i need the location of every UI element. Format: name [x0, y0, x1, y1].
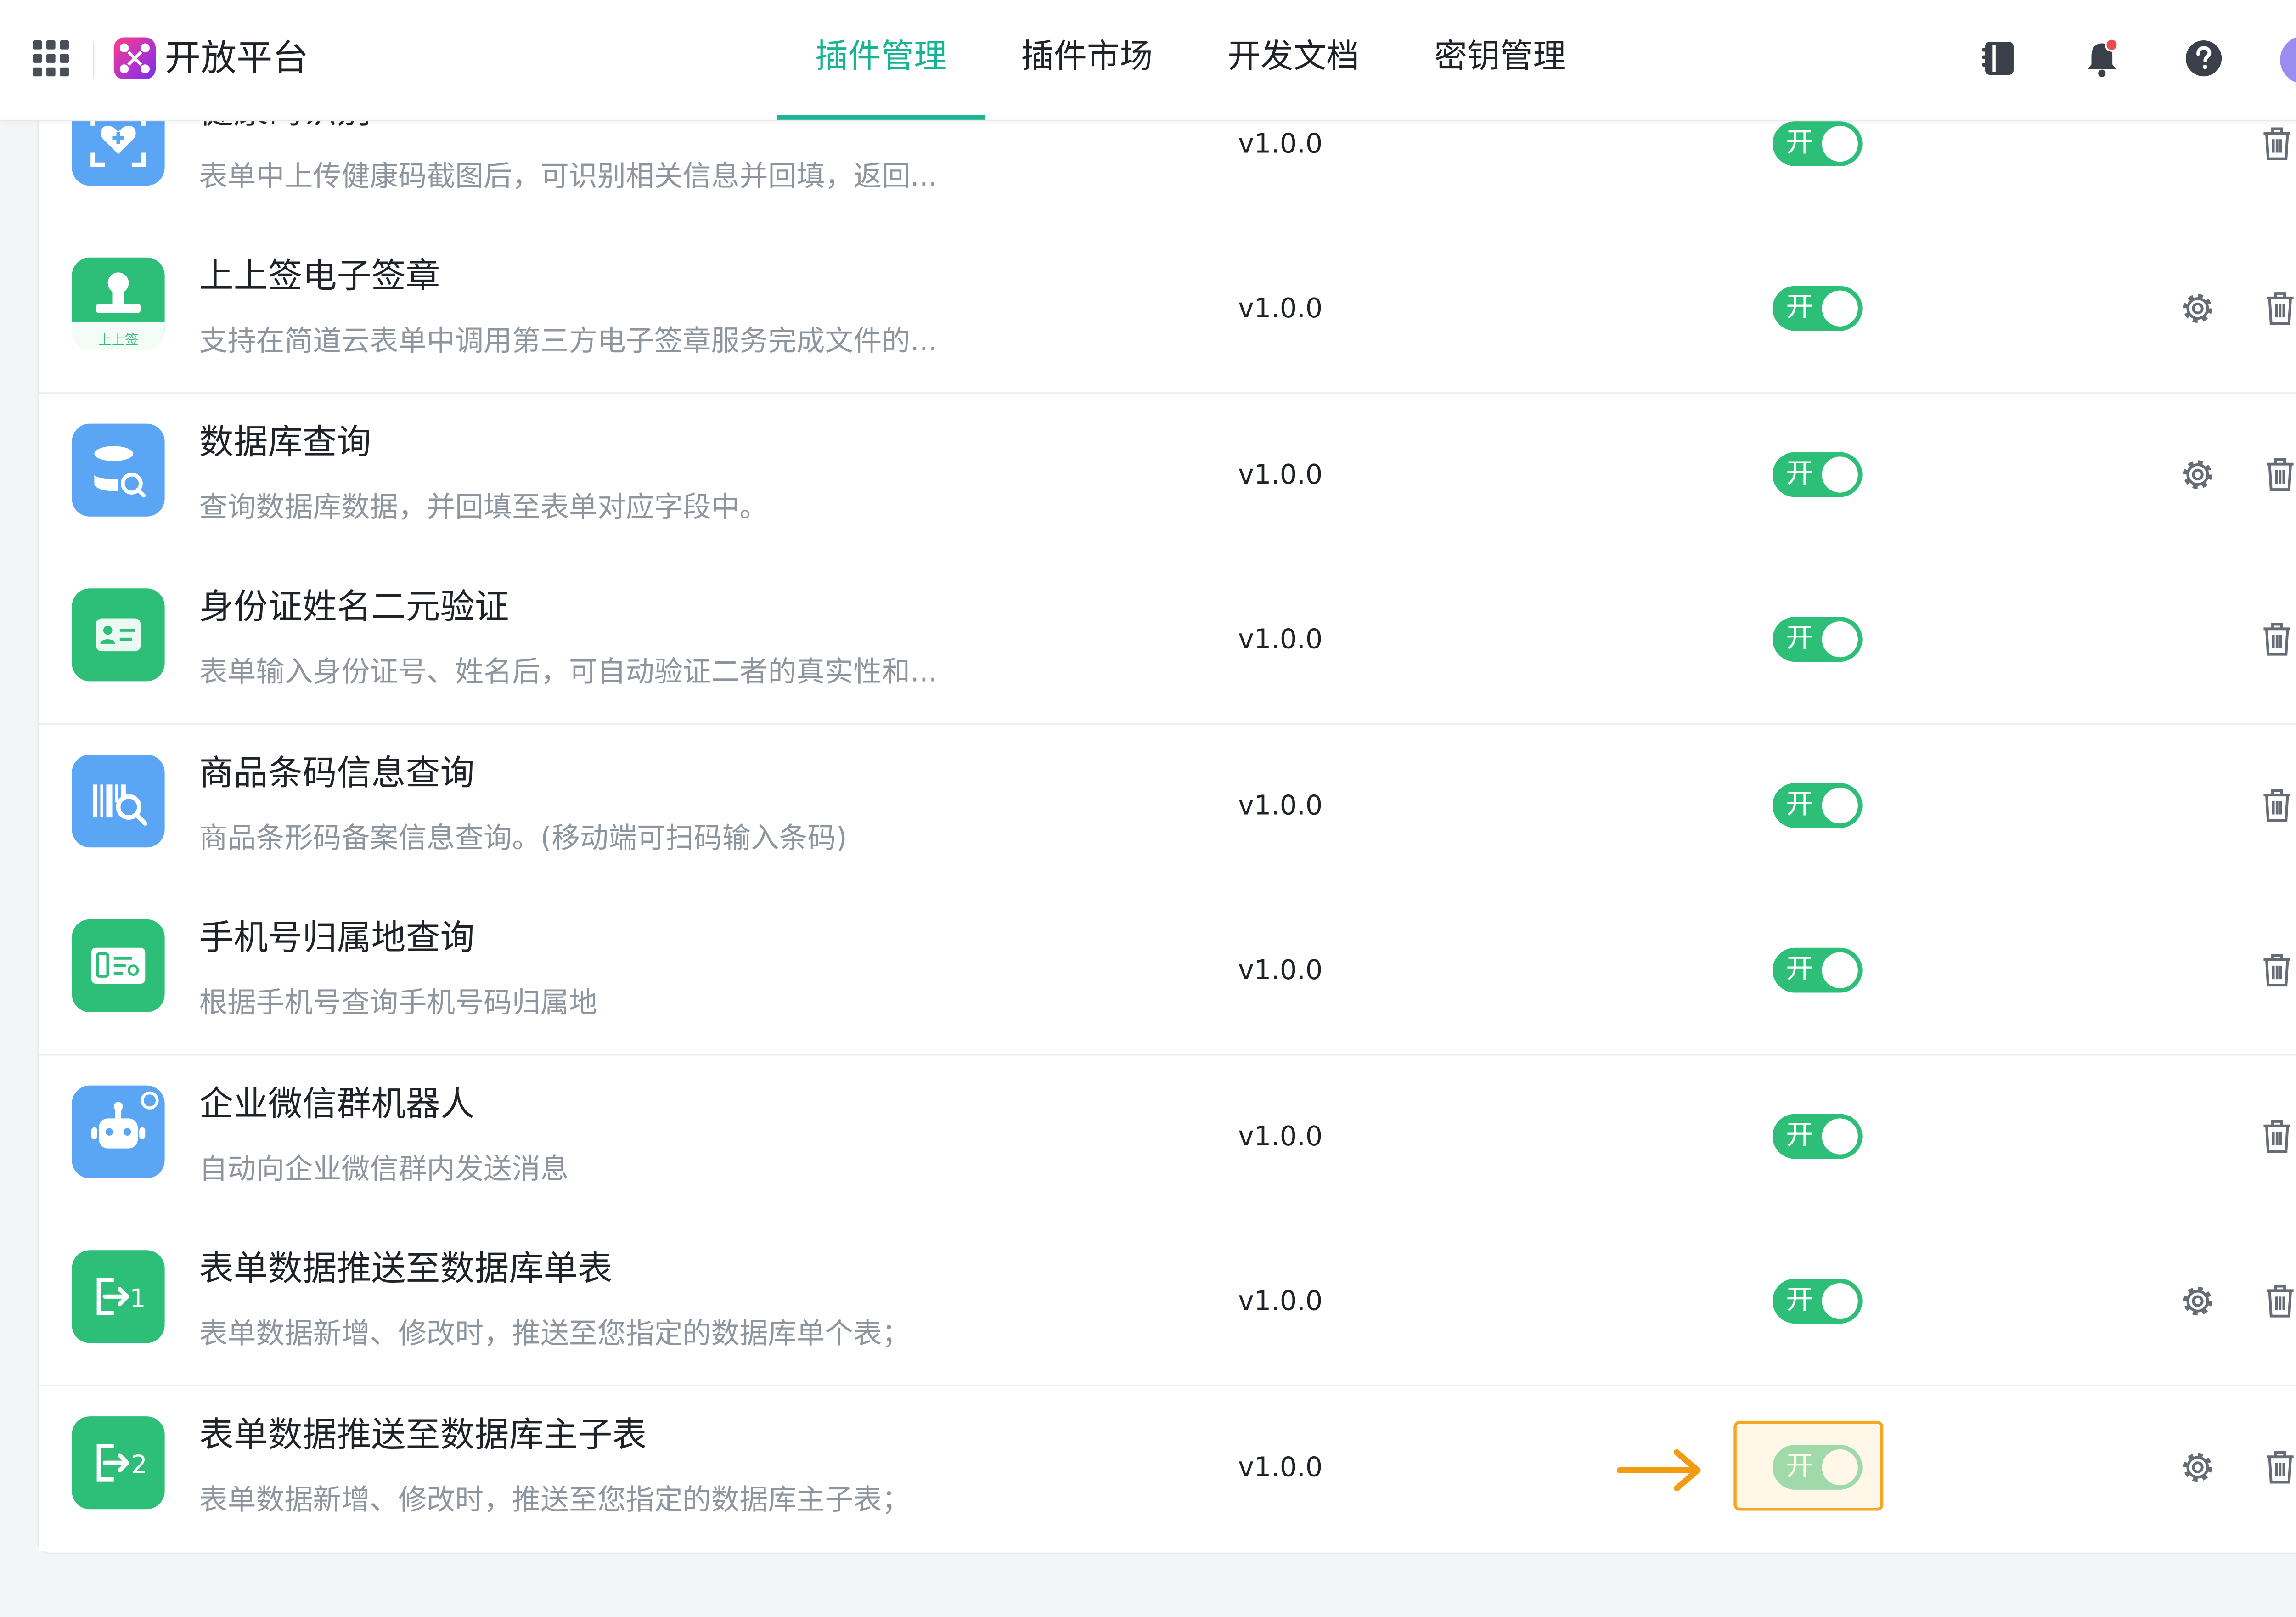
settings-gear-icon[interactable]	[2178, 289, 2217, 328]
plugin-name: 身份证姓名二元验证	[199, 588, 509, 628]
settings-gear-icon[interactable]	[2178, 455, 2217, 494]
toggle-label: 开	[1786, 458, 1813, 490]
toggle-label: 开	[1786, 1120, 1813, 1152]
plugin-description: 商品条形码备案信息查询。(移动端可扫码输入条码)	[199, 822, 847, 855]
bell-icon[interactable]	[2079, 36, 2124, 81]
plugin-row: 上上签 上上签电子签章 支持在简道云表单中调用第三方电子签章服务完成文件的...…	[39, 227, 2296, 394]
push-master-detail-icon: 2	[72, 1416, 165, 1510]
plugin-row: 企业微信群机器人 自动向企业微信群内发送消息 v1.0.0 开	[39, 1055, 2296, 1222]
plugin-enable-toggle[interactable]: 开	[1773, 452, 1863, 497]
plugin-description: 自动向企业微信群内发送消息	[199, 1153, 569, 1186]
phone-info-icon	[72, 919, 165, 1012]
plugin-description: 表单中上传健康码截图后，可识别相关信息并回填，返回...	[199, 160, 938, 193]
delete-trash-icon[interactable]	[2261, 1448, 2296, 1487]
plugin-name: 表单数据推送至数据库主子表	[199, 1416, 647, 1455]
plugin-description: 表单数据新增、修改时，推送至您指定的数据库主子表；	[199, 1483, 911, 1517]
header-divider	[93, 42, 95, 78]
plugin-name: 表单数据推送至数据库单表	[199, 1250, 613, 1290]
app-title[interactable]: 开放平台	[165, 33, 309, 84]
tab-plugin-market[interactable]: 插件市场	[994, 0, 1180, 120]
plugin-enable-toggle[interactable]: 开	[1773, 286, 1863, 331]
plugin-name: 上上签电子签章	[199, 257, 440, 297]
settings-gear-icon[interactable]	[2178, 1282, 2217, 1321]
plugin-name: 企业微信群机器人	[199, 1085, 475, 1125]
toggle-label: 开	[1786, 623, 1813, 654]
plugin-name: 数据库查询	[199, 423, 371, 463]
tab-plugin-management[interactable]: 插件管理	[777, 0, 985, 120]
toggle-label: 开	[1786, 292, 1813, 324]
plugin-enable-toggle[interactable]: 开	[1773, 783, 1863, 828]
toggle-highlight-box	[1733, 1420, 1884, 1511]
plugin-version: v1.0.0	[1238, 459, 1323, 491]
toggle-label: 开	[1786, 1285, 1813, 1316]
plugin-name: 商品条码信息查询	[199, 755, 475, 794]
notebook-icon[interactable]	[1976, 36, 2021, 81]
plugin-description: 根据手机号查询手机号码归属地	[199, 986, 597, 1020]
delete-trash-icon[interactable]	[2257, 786, 2296, 825]
plugin-enable-toggle[interactable]: 开	[1773, 1279, 1863, 1324]
plugin-enable-toggle[interactable]: 开	[1773, 1114, 1863, 1159]
plugin-row: 1 表单数据推送至数据库单表 表单数据新增、修改时，推送至您指定的数据库单个表；…	[39, 1220, 2296, 1386]
plugin-description: 表单输入身份证号、姓名后，可自动验证二者的真实性和...	[199, 655, 938, 689]
plugin-row: 2 表单数据推送至数据库主子表 表单数据新增、修改时，推送至您指定的数据库主子表…	[39, 1386, 2296, 1551]
plugin-row: 身份证姓名二元验证 表单输入身份证号、姓名后，可自动验证二者的真实性和... v…	[39, 558, 2296, 725]
app-grid-icon[interactable]	[33, 40, 69, 77]
delete-trash-icon[interactable]	[2257, 951, 2296, 990]
robot-icon	[72, 1085, 165, 1178]
plugin-description: 表单数据新增、修改时，推送至您指定的数据库单个表；	[199, 1317, 911, 1351]
page: 开放平台 插件管理 插件市场 开发文档 密钥管理 Y	[0, 0, 2296, 1617]
delete-trash-icon[interactable]	[2261, 1282, 2296, 1321]
delete-trash-icon[interactable]	[2257, 1117, 2296, 1156]
barcode-search-icon	[72, 755, 165, 848]
tab-key-management[interactable]: 密钥管理	[1407, 0, 1593, 120]
plugin-version: v1.0.0	[1238, 129, 1323, 160]
id-card-icon	[72, 588, 165, 682]
icon-caption: 上上签	[98, 332, 139, 348]
plugin-version: v1.0.0	[1238, 1121, 1323, 1153]
push-single-table-icon: 1	[72, 1250, 165, 1343]
e-signature-icon: 上上签	[72, 257, 165, 350]
plugin-description: 查询数据库数据，并回填至表单对应字段中。	[199, 491, 768, 524]
delete-trash-icon[interactable]	[2257, 620, 2296, 659]
plugin-enable-toggle[interactable]: 开	[1773, 617, 1863, 662]
plugin-row: 数据库查询 查询数据库数据，并回填至表单对应字段中。 v1.0.0 开	[39, 394, 2296, 560]
plugin-version: v1.0.0	[1238, 1452, 1323, 1484]
plugin-row: 手机号归属地查询 根据手机号查询手机号码归属地 v1.0.0 开	[39, 889, 2296, 1056]
arrow-right-icon	[1617, 1449, 1701, 1492]
icon-caption: 2	[131, 1450, 147, 1480]
toggle-label: 开	[1786, 789, 1813, 821]
top-navigation-bar: 开放平台 插件管理 插件市场 开发文档 密钥管理 Y	[0, 0, 2296, 122]
plugin-enable-toggle[interactable]: 开	[1773, 121, 1863, 166]
plugin-version: v1.0.0	[1238, 1286, 1323, 1318]
plugin-version: v1.0.0	[1238, 790, 1323, 822]
plugin-row: 商品条码信息查询 商品条形码备案信息查询。(移动端可扫码输入条码) v1.0.0…	[39, 724, 2296, 891]
plugin-version: v1.0.0	[1238, 955, 1323, 987]
settings-gear-icon[interactable]	[2178, 1448, 2217, 1487]
toggle-label: 开	[1786, 127, 1813, 159]
delete-trash-icon[interactable]	[2261, 455, 2296, 494]
delete-trash-icon[interactable]	[2261, 289, 2296, 328]
plugin-enable-toggle[interactable]: 开	[1773, 947, 1863, 993]
open-platform-logo	[113, 37, 156, 79]
icon-caption: 1	[129, 1284, 146, 1313]
database-search-icon	[72, 423, 165, 517]
help-icon[interactable]	[2181, 36, 2226, 81]
plugin-description: 支持在简道云表单中调用第三方电子签章服务完成文件的...	[199, 325, 938, 358]
delete-trash-icon[interactable]	[2257, 124, 2296, 163]
plugin-version: v1.0.0	[1238, 624, 1323, 656]
plugin-version: v1.0.0	[1238, 293, 1323, 325]
toggle-label: 开	[1786, 953, 1813, 986]
user-avatar[interactable]: Y	[2280, 36, 2296, 84]
tab-developer-docs[interactable]: 开发文档	[1201, 0, 1386, 120]
plugin-name: 手机号归属地查询	[199, 919, 475, 958]
